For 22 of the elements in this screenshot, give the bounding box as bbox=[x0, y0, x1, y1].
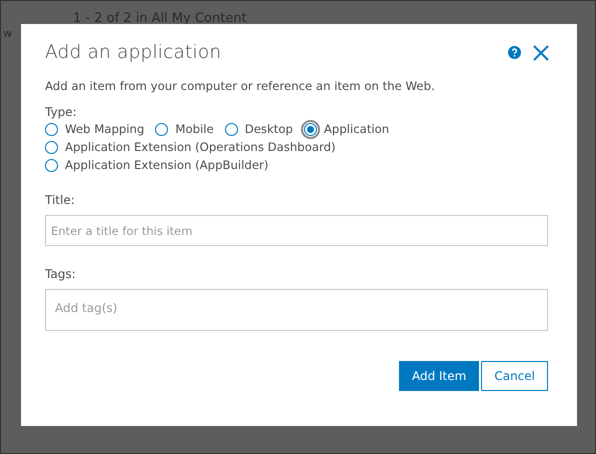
radio-icon[interactable] bbox=[45, 158, 58, 172]
tags-input-field[interactable]: Add tag(s) bbox=[45, 289, 548, 331]
help-icon[interactable] bbox=[508, 46, 521, 59]
close-icon[interactable] bbox=[533, 44, 549, 60]
radio-icon[interactable] bbox=[45, 122, 58, 136]
type-radio-option[interactable]: Application bbox=[304, 122, 390, 136]
type-radio-option[interactable]: Mobile bbox=[155, 122, 214, 136]
radio-icon[interactable] bbox=[224, 122, 238, 136]
type-radio-option[interactable]: Desktop bbox=[224, 122, 293, 136]
radio-icon[interactable] bbox=[45, 140, 58, 154]
type-radio-option[interactable]: Application Extension (Operations Dashboard) bbox=[45, 140, 445, 154]
cancel-button[interactable]: Cancel bbox=[481, 361, 548, 391]
dialog-description: Add an item from your computer or reference an item on the Web. bbox=[45, 79, 436, 93]
title-input-field[interactable]: Enter a title for this item bbox=[45, 215, 548, 246]
tags-label: Tags: bbox=[45, 267, 77, 281]
radio-icon[interactable] bbox=[155, 122, 168, 136]
add-item-button[interactable]: Add Item bbox=[398, 361, 480, 391]
type-label: Type: bbox=[45, 105, 78, 119]
title-label: Title: bbox=[45, 193, 76, 207]
type-radio-option[interactable]: Web Mapping bbox=[45, 122, 144, 136]
dialog-title: Add an application bbox=[45, 42, 222, 63]
type-radio-option[interactable]: Application Extension (AppBuilder) bbox=[45, 158, 445, 172]
